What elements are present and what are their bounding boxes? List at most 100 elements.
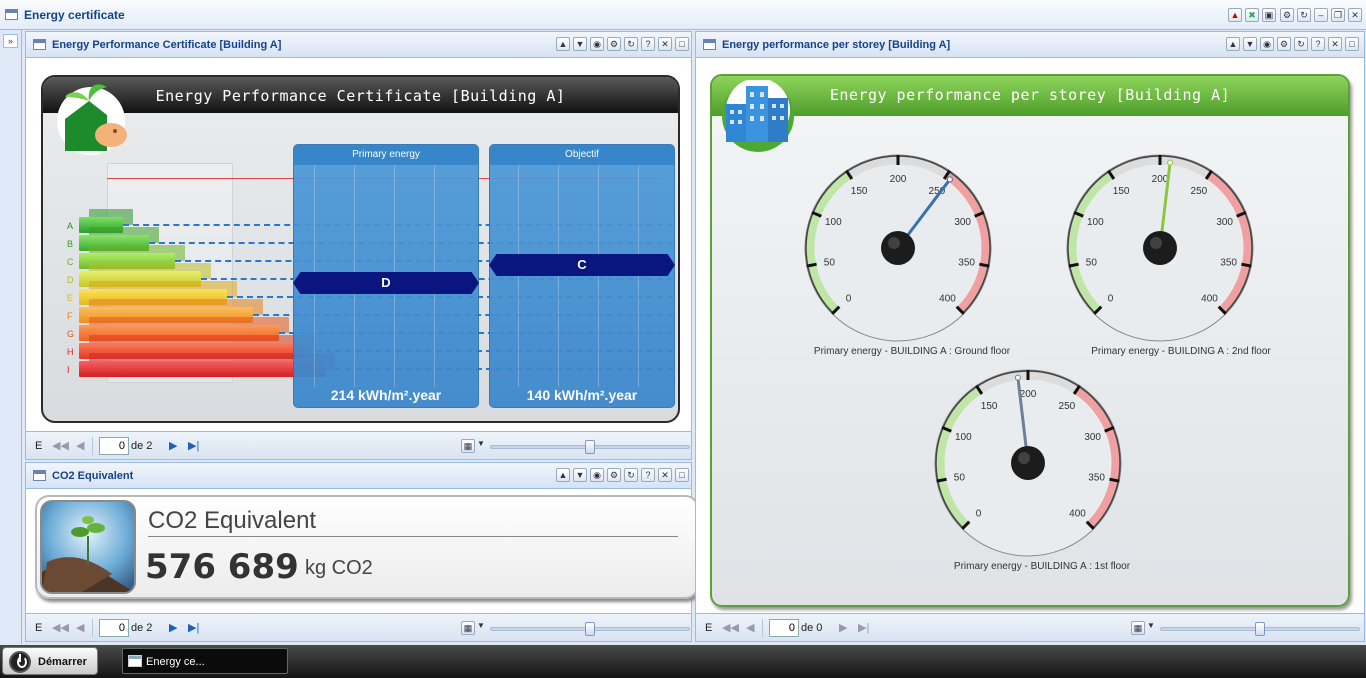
close-icon[interactable]: ✕	[658, 468, 672, 482]
binoculars-icon[interactable]: ◉	[1260, 37, 1274, 51]
page-input[interactable]: 0	[99, 437, 129, 455]
last-page-icon[interactable]: ▶|	[188, 439, 199, 452]
gauge-needle-tip	[1014, 374, 1021, 381]
pdf-export-icon[interactable]: ▲	[1228, 8, 1242, 22]
page-count: de 2	[131, 440, 153, 452]
prev-page-icon[interactable]: ◀	[76, 621, 84, 634]
settings-icon[interactable]: ⚙	[1277, 37, 1291, 51]
gauge-tick	[979, 262, 990, 268]
chart-options-icon[interactable]: ▦	[461, 621, 475, 635]
refresh-icon[interactable]: ↻	[624, 37, 638, 51]
move-up-icon[interactable]: ▲	[1226, 37, 1240, 51]
rating-letter: G	[67, 329, 75, 339]
epc-pager: E ◀◀ ◀ 0 de 2 ▶ ▶| ▦ ▼	[26, 431, 691, 459]
column-gridline	[558, 165, 559, 387]
zoom-slider[interactable]	[490, 622, 690, 636]
pager-prefix: E	[705, 622, 713, 634]
objective-header: Objectif	[490, 145, 674, 165]
save-view-icon[interactable]: ▣	[1262, 8, 1276, 22]
page-input[interactable]: 0	[99, 619, 129, 637]
storey-chart-frame: Energy performance per storey [Building …	[710, 74, 1350, 607]
help-icon[interactable]: ?	[641, 37, 655, 51]
co2-card: CO2 Equivalent 576 689 kg CO2	[35, 495, 699, 599]
left-collapsed-strip	[0, 30, 22, 644]
taskbar-item-energy-certificate[interactable]: Energy ce...	[122, 648, 288, 674]
chart-options-dropdown-icon[interactable]: ▼	[477, 439, 485, 448]
gauge-tick	[806, 262, 817, 268]
move-up-icon[interactable]: ▲	[556, 468, 570, 482]
window-icon	[128, 655, 142, 667]
grid-icon	[703, 39, 716, 50]
excel-export-icon[interactable]: ✖	[1245, 8, 1259, 22]
storey-pager: E ◀◀ ◀ 0 de 0 ▶ ▶| ▦ ▼	[696, 613, 1364, 641]
co2-panel-title: CO2 Equivalent	[52, 470, 134, 482]
co2-unit: kg CO2	[305, 557, 373, 579]
binoculars-icon[interactable]: ◉	[590, 37, 604, 51]
page-input[interactable]: 0	[769, 619, 799, 637]
gauge-caption: Primary energy - BUILDING A : Ground flo…	[813, 346, 1011, 357]
epc-chart-title: Energy Performance Certificate [Building…	[155, 87, 566, 105]
co2-value: 576 689	[145, 547, 299, 587]
gauge-tick-label: 50	[824, 258, 836, 269]
zoom-slider[interactable]	[1160, 622, 1360, 636]
rating-bar-A	[79, 217, 123, 233]
gauge-tick-label: 300	[954, 217, 971, 228]
zoom-slider-thumb[interactable]	[585, 440, 595, 454]
rating-letter: C	[67, 257, 74, 267]
settings-icon[interactable]: ⚙	[607, 468, 621, 482]
first-page-icon[interactable]: ◀◀	[52, 621, 69, 634]
rating-letter: H	[67, 347, 74, 357]
move-down-icon[interactable]: ▼	[1243, 37, 1257, 51]
move-up-icon[interactable]: ▲	[556, 37, 570, 51]
refresh-icon[interactable]: ↻	[1294, 37, 1308, 51]
expand-sidebar-button[interactable]: »	[3, 34, 18, 48]
next-page-icon[interactable]: ▶	[169, 439, 177, 452]
chart-options-dropdown-icon[interactable]: ▼	[1147, 621, 1155, 630]
primary-energy-rating-marker: D	[293, 272, 479, 294]
grid-icon	[33, 470, 46, 481]
last-page-icon[interactable]: ▶|	[188, 621, 199, 634]
chart-options-dropdown-icon[interactable]: ▼	[477, 621, 485, 630]
close-icon[interactable]: ✕	[1348, 8, 1362, 22]
prev-page-icon[interactable]: ◀	[746, 621, 754, 634]
window-title: Energy certificate	[24, 8, 125, 22]
pager-prefix: E	[35, 440, 43, 452]
close-icon[interactable]: ✕	[1328, 37, 1342, 51]
next-page-icon[interactable]: ▶	[169, 621, 177, 634]
binoculars-icon[interactable]: ◉	[590, 468, 604, 482]
help-icon[interactable]: ?	[641, 468, 655, 482]
start-button[interactable]: Démarrer	[2, 647, 98, 675]
zoom-slider-thumb[interactable]	[585, 622, 595, 636]
storey-panel-title: Energy performance per storey [Building …	[722, 39, 951, 51]
rating-letter: B	[67, 239, 74, 249]
zoom-slider[interactable]	[490, 440, 690, 454]
minimize-icon[interactable]: –	[1314, 8, 1328, 22]
maximize-icon[interactable]: □	[675, 37, 689, 51]
restore-icon[interactable]: ❐	[1331, 8, 1345, 22]
help-icon[interactable]: ?	[1311, 37, 1325, 51]
move-down-icon[interactable]: ▼	[573, 37, 587, 51]
maximize-icon[interactable]: □	[675, 468, 689, 482]
move-down-icon[interactable]: ▼	[573, 468, 587, 482]
zoom-slider-thumb[interactable]	[1255, 622, 1265, 636]
gauge-tick-label: 150	[981, 401, 998, 412]
settings-icon[interactable]: ⚙	[607, 37, 621, 51]
last-page-icon[interactable]: ▶|	[858, 621, 869, 634]
gauge-tick-label: 0	[1108, 293, 1114, 304]
first-page-icon[interactable]: ◀◀	[722, 621, 739, 634]
co2-pager: E ◀◀ ◀ 0 de 2 ▶ ▶| ▦ ▼	[26, 613, 691, 641]
maximize-icon[interactable]: □	[1345, 37, 1359, 51]
chart-options-icon[interactable]: ▦	[1131, 621, 1145, 635]
co2-divider	[148, 536, 678, 537]
gauge-hub	[1011, 446, 1045, 480]
first-page-icon[interactable]: ◀◀	[52, 439, 69, 452]
rating-bar-I	[79, 361, 325, 377]
refresh-icon[interactable]: ↻	[1297, 8, 1311, 22]
rating-letter: E	[67, 293, 74, 303]
close-icon[interactable]: ✕	[658, 37, 672, 51]
settings-icon[interactable]: ⚙	[1280, 8, 1294, 22]
prev-page-icon[interactable]: ◀	[76, 439, 84, 452]
next-page-icon[interactable]: ▶	[839, 621, 847, 634]
refresh-icon[interactable]: ↻	[624, 468, 638, 482]
chart-options-icon[interactable]: ▦	[461, 439, 475, 453]
